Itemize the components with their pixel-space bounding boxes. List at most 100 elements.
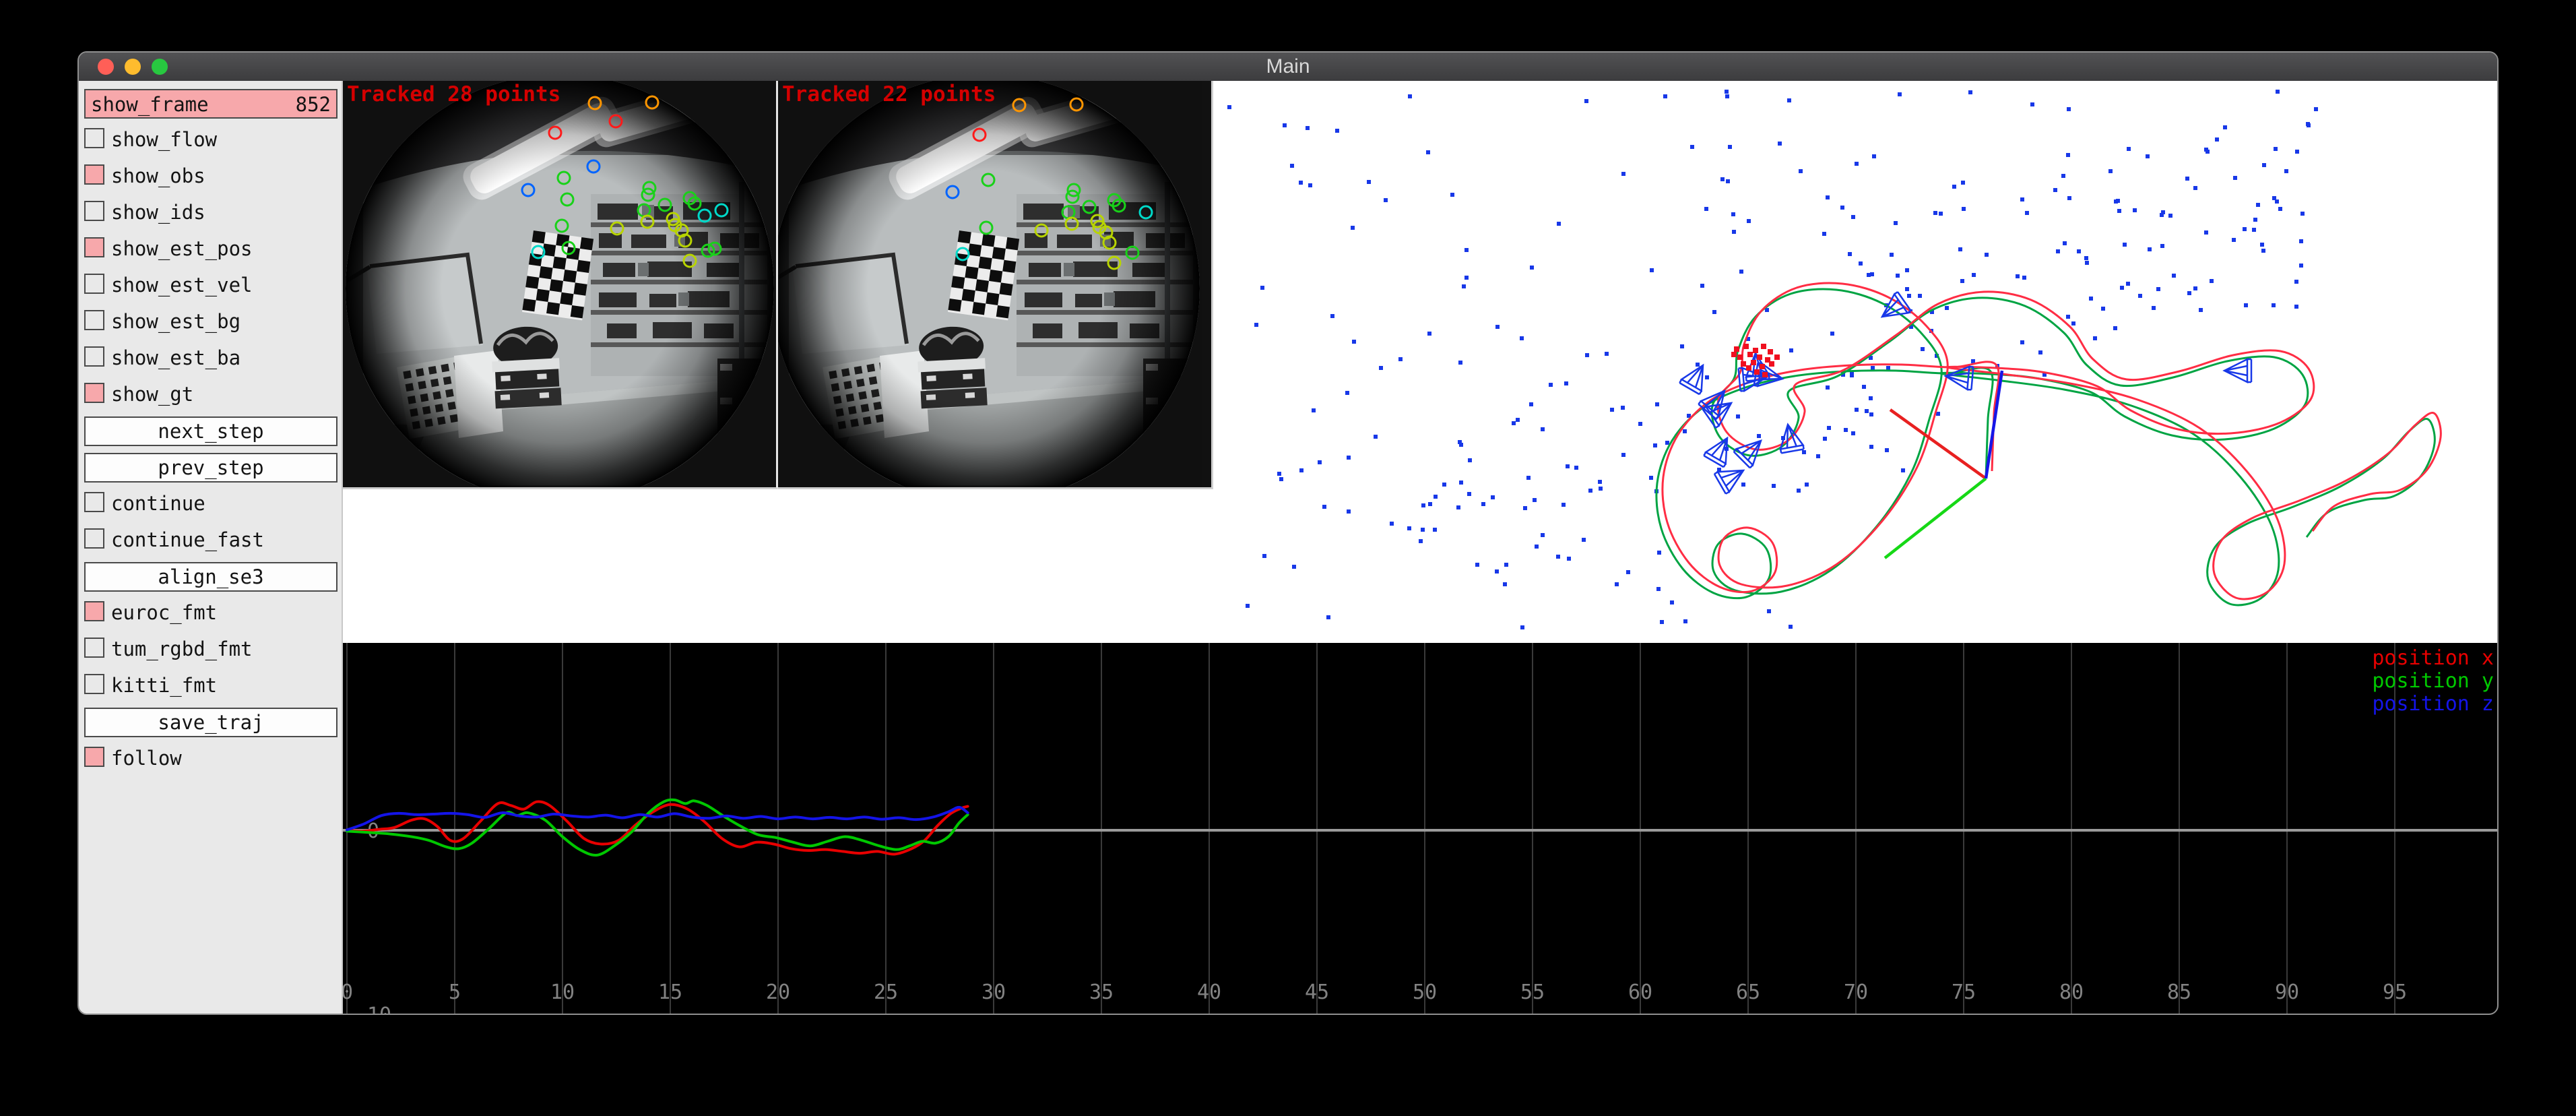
app-window: Main show_frame852show_flowshow_obsshow_…: [77, 51, 2499, 1015]
fisheye-scene: [343, 81, 776, 487]
slider-value: 852: [296, 93, 331, 116]
checkbox-label: tum_rgbd_fmt: [111, 638, 253, 660]
x-tick-label: 40: [1197, 981, 1221, 1004]
main-area: Tracked 28 points Tracked 22 points 0 5 10…: [342, 81, 2497, 1014]
x-tick-label: 45: [1305, 981, 1329, 1004]
minimize-button[interactable]: [125, 59, 141, 75]
checkbox-label: continue_fast: [111, 528, 264, 551]
checkbox-label: show_obs: [111, 164, 205, 187]
x-tick-label: 80: [2059, 981, 2084, 1004]
checkbox-label: show_ids: [111, 201, 205, 224]
x-tick-label: 20: [766, 981, 790, 1004]
checkbox-label: show_est_pos: [111, 237, 253, 260]
checkbox-continue_fast[interactable]: [84, 528, 104, 549]
checkbox-euroc_fmt[interactable]: [84, 601, 104, 621]
sidebar-item-euroc_fmt[interactable]: euroc_fmt: [84, 598, 337, 628]
sidebar-item-show_gt[interactable]: show_gt: [84, 380, 337, 410]
checkbox-show_ids[interactable]: [84, 201, 104, 221]
checkbox-show_flow[interactable]: [84, 128, 104, 148]
checkbox-show_obs[interactable]: [84, 164, 104, 185]
sidebar-item-follow[interactable]: follow: [84, 744, 337, 774]
sidebar-item-show_est_bg[interactable]: show_est_bg: [84, 307, 337, 337]
axis-y: [1885, 478, 1986, 558]
x-tick-label: 35: [1089, 981, 1114, 1004]
desktop: Main show_frame852show_flowshow_obsshow_…: [0, 0, 2576, 1116]
close-button[interactable]: [98, 59, 114, 75]
camera-feed-right: Tracked 22 points: [778, 81, 1213, 489]
camera-image: Tracked 22 points: [778, 81, 1211, 487]
x-tick-label: 55: [1520, 981, 1545, 1004]
control-panel: show_frame852show_flowshow_obsshow_idssh…: [79, 81, 342, 1015]
checkbox-label: show_est_vel: [111, 274, 253, 297]
checkbox-label: follow: [111, 747, 182, 770]
x-tick-label: 30: [981, 981, 1006, 1004]
plot-canvas: 051015202530354045505560657075808590950-…: [343, 643, 2499, 1015]
axis-x: [1890, 410, 1986, 478]
sidebar-item-continue_fast[interactable]: continue_fast: [84, 526, 337, 555]
x-tick-label: 85: [2167, 981, 2191, 1004]
tracked-points-label: Tracked 22 points: [782, 82, 996, 106]
next_step-button[interactable]: next_step: [84, 416, 337, 446]
window-title: Main: [79, 53, 2497, 81]
camera-feed-left: Tracked 28 points: [343, 81, 778, 489]
prev_step-button[interactable]: prev_step: [84, 453, 337, 483]
tracked-points-label: Tracked 28 points: [347, 82, 560, 106]
x-tick-label: 75: [1952, 981, 1976, 1004]
plot-series-0: [347, 801, 968, 854]
checkbox-show_est_vel[interactable]: [84, 274, 104, 294]
x-tick-label: 65: [1736, 981, 1760, 1004]
checkbox-follow[interactable]: [84, 747, 104, 767]
position-plot[interactable]: 051015202530354045505560657075808590950-…: [343, 643, 2499, 1015]
checkbox-label: show_flow: [111, 128, 217, 151]
checkbox-label: continue: [111, 492, 205, 515]
sidebar-item-kitti_fmt[interactable]: kitti_fmt: [84, 671, 337, 701]
checkbox-label: show_est_ba: [111, 346, 240, 369]
checkbox-show_gt[interactable]: [84, 383, 104, 403]
checkbox-label: kitti_fmt: [111, 674, 217, 697]
sidebar-item-show_flow[interactable]: show_flow: [84, 125, 337, 155]
fisheye-scene: [778, 81, 1202, 487]
landmark-pointcloud: [1227, 90, 2318, 629]
y-tick-label: -10: [355, 1003, 391, 1015]
axis-tick-labels: 051015202530354045505560657075808590950-…: [343, 819, 2407, 1015]
save_traj-button[interactable]: save_traj: [84, 708, 337, 737]
legend-entry: position z: [2372, 692, 2494, 716]
sidebar-item-show_est_ba[interactable]: show_est_ba: [84, 344, 337, 373]
checkbox-show_est_bg[interactable]: [84, 310, 104, 330]
sidebar-item-continue[interactable]: continue: [84, 489, 337, 519]
checkbox-kitti_fmt[interactable]: [84, 674, 104, 694]
checkbox-label: euroc_fmt: [111, 601, 217, 624]
camera-image: Tracked 28 points: [343, 81, 776, 487]
titlebar[interactable]: Main: [79, 53, 2497, 82]
checkbox-show_est_ba[interactable]: [84, 346, 104, 367]
x-tick-label: 10: [550, 981, 575, 1004]
x-tick-label: 70: [1844, 981, 1868, 1004]
checkbox-label: show_est_bg: [111, 310, 240, 333]
checkbox-label: show_gt: [111, 383, 193, 406]
x-tick-label: 60: [1628, 981, 1652, 1004]
checkbox-continue[interactable]: [84, 492, 104, 512]
sidebar-item-show_obs[interactable]: show_obs: [84, 162, 337, 191]
legend-entry: position x: [2372, 646, 2494, 670]
plot-legend: position xposition yposition z: [2372, 646, 2494, 716]
slider-show_frame[interactable]: show_frame 852: [84, 89, 337, 119]
slider-label: show_frame: [91, 93, 209, 116]
legend-entry: position y: [2372, 669, 2494, 693]
x-tick-label: 50: [1413, 981, 1437, 1004]
sidebar-item-show_est_vel[interactable]: show_est_vel: [84, 271, 337, 301]
x-tick-label: 95: [2383, 981, 2407, 1004]
x-tick-label: 25: [874, 981, 898, 1004]
trajectory-estimate: [1663, 283, 2441, 599]
align_se3-button[interactable]: align_se3: [84, 562, 337, 592]
sidebar-item-tum_rgbd_fmt[interactable]: tum_rgbd_fmt: [84, 635, 337, 664]
checkbox-show_est_pos[interactable]: [84, 237, 104, 257]
sidebar-item-show_ids[interactable]: show_ids: [84, 198, 337, 228]
x-tick-label: 15: [658, 981, 682, 1004]
x-tick-label: 90: [2275, 981, 2299, 1004]
zoom-button[interactable]: [152, 59, 168, 75]
body-frame-axes: [1885, 371, 2002, 558]
x-tick-label: 5: [449, 981, 461, 1004]
sidebar-item-show_est_pos[interactable]: show_est_pos: [84, 235, 337, 264]
checkbox-tum_rgbd_fmt[interactable]: [84, 638, 104, 658]
x-tick-label: 0: [343, 981, 353, 1004]
